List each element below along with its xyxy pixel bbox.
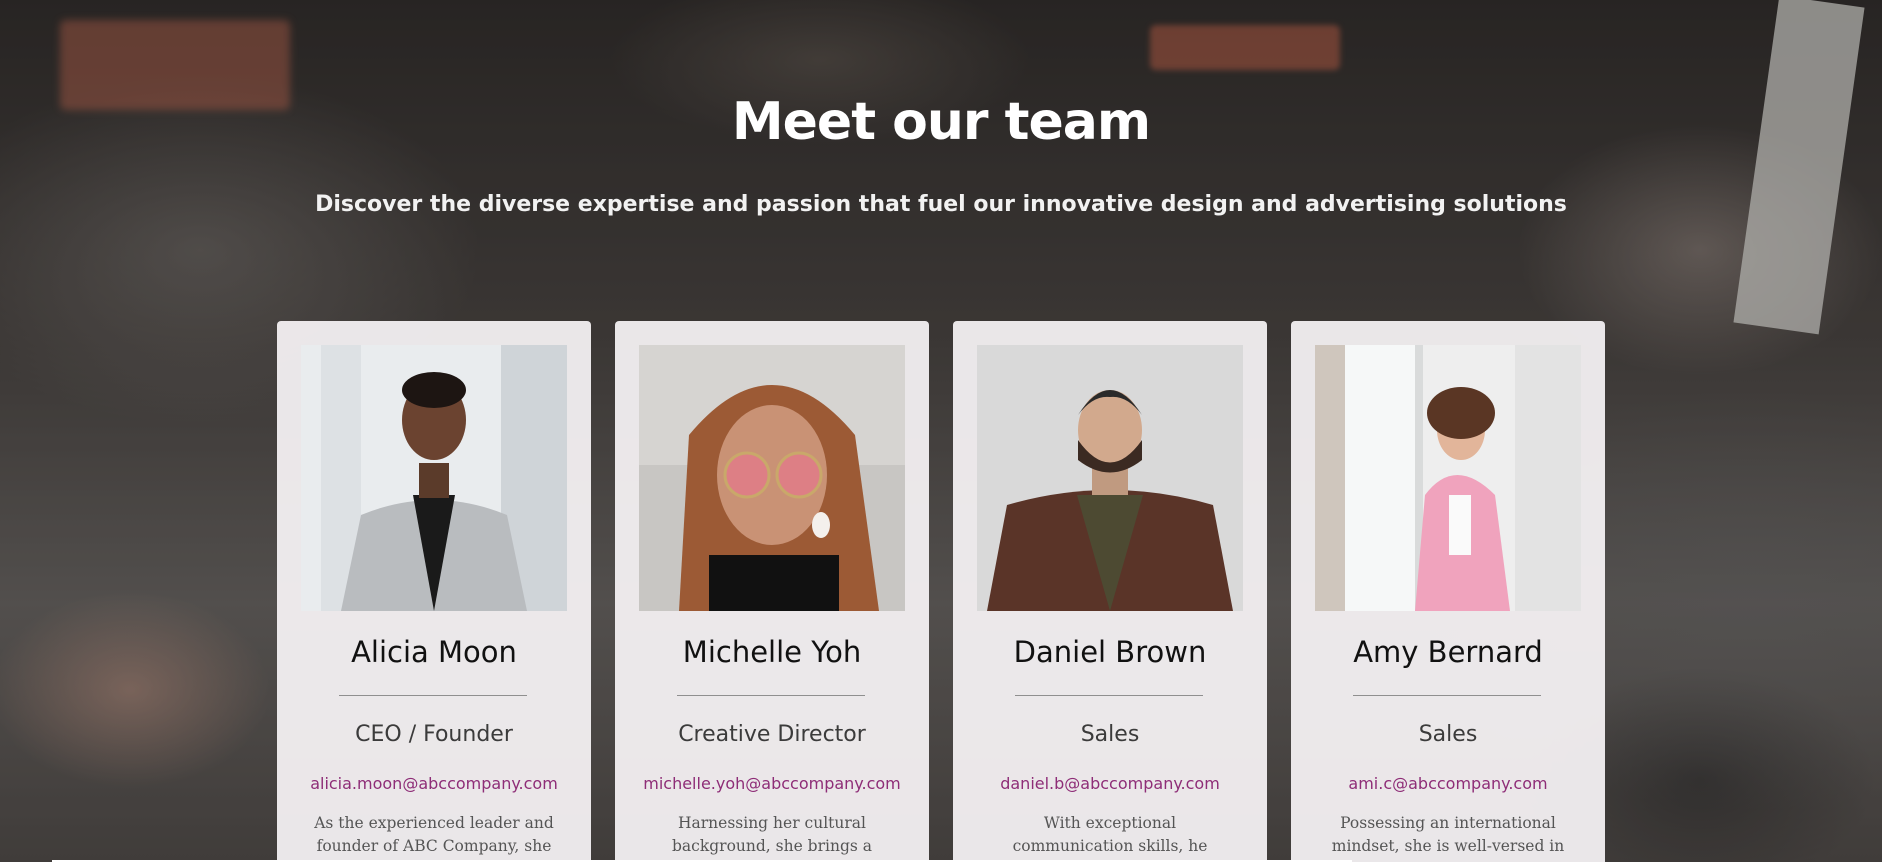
- team-card: Alicia Moon CEO / Founder alicia.moon@ab…: [277, 321, 591, 862]
- profile-photo: [977, 345, 1243, 611]
- member-email-link[interactable]: michelle.yoh@abccompany.com: [615, 774, 929, 793]
- member-bio: With exceptional communication skills, h…: [1005, 814, 1215, 862]
- divider: [677, 695, 865, 696]
- member-email-link[interactable]: ami.c@abccompany.com: [1291, 774, 1605, 793]
- divider: [1353, 695, 1541, 696]
- member-role: Sales: [1418, 722, 1478, 747]
- member-email-link[interactable]: alicia.moon@abccompany.com: [277, 774, 591, 793]
- divider: [339, 695, 527, 696]
- team-card: Michelle Yoh Creative Director michelle.…: [615, 321, 929, 862]
- member-name: Michelle Yoh: [682, 635, 862, 669]
- member-bio: As the experienced leader and founder of…: [314, 814, 554, 855]
- team-card: Amy Bernard Sales ami.c@abccompany.com P…: [1291, 321, 1605, 862]
- member-role: Sales: [1080, 722, 1140, 747]
- member-email-link[interactable]: daniel.b@abccompany.com: [953, 774, 1267, 793]
- member-bio: Possessing an international mindset, she…: [1331, 814, 1565, 862]
- team-card: Daniel Brown Sales daniel.b@abccompany.c…: [953, 321, 1267, 862]
- section-title: Meet our team: [731, 92, 1151, 152]
- member-name: Daniel Brown: [1013, 635, 1207, 669]
- member-role: Creative Director: [678, 722, 866, 747]
- profile-photo: [301, 345, 567, 611]
- member-role: CEO / Founder: [355, 722, 513, 747]
- section-subtitle: Discover the diverse expertise and passi…: [315, 192, 1567, 217]
- member-name: Amy Bernard: [1353, 635, 1543, 669]
- profile-photo: [1315, 345, 1581, 611]
- member-name: Alicia Moon: [351, 635, 517, 669]
- divider: [1015, 695, 1203, 696]
- team-cards: Alicia Moon CEO / Founder alicia.moon@ab…: [277, 321, 1605, 862]
- member-bio: Harnessing her cultural background, she …: [672, 814, 872, 862]
- team-section: Meet our team Discover the diverse exper…: [0, 0, 1882, 862]
- profile-photo: [639, 345, 905, 611]
